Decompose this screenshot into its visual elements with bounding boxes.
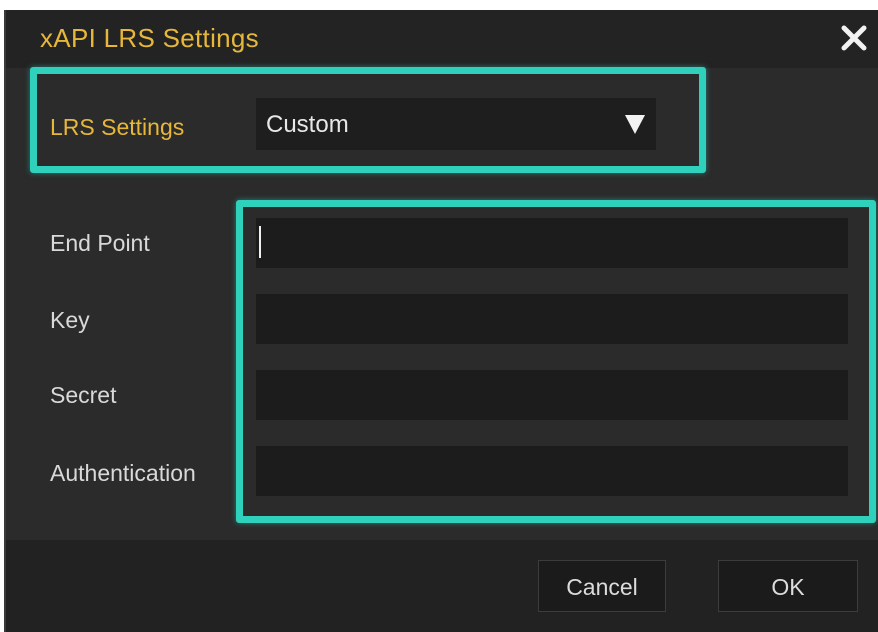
authentication-label: Authentication <box>50 460 196 486</box>
end-point-label: End Point <box>50 230 150 256</box>
dialog-titlebar: xAPI LRS Settings <box>6 10 878 68</box>
key-label: Key <box>50 307 90 333</box>
close-button[interactable] <box>836 20 872 56</box>
dialog-title: xAPI LRS Settings <box>40 23 259 53</box>
ok-button[interactable]: OK <box>718 560 858 612</box>
fields-highlight <box>236 200 876 523</box>
lrs-settings-highlight <box>30 67 706 173</box>
close-icon <box>841 25 867 51</box>
xapi-lrs-settings-dialog: xAPI LRS Settings LRS Settings Custom En… <box>4 10 878 632</box>
cancel-button[interactable]: Cancel <box>538 560 666 612</box>
secret-label: Secret <box>50 382 117 408</box>
